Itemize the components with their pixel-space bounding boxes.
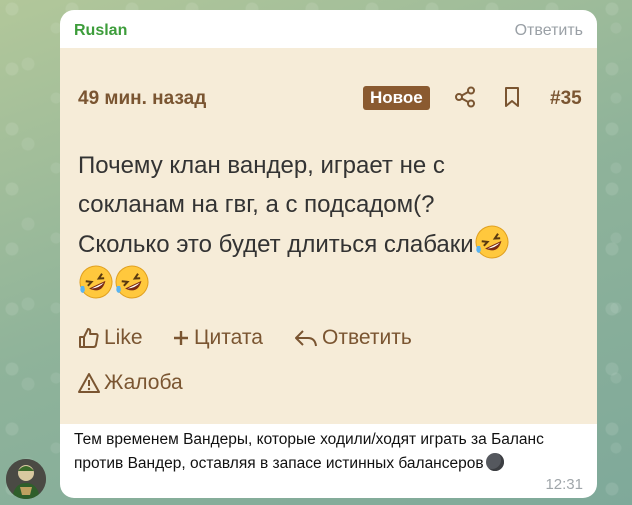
- post-number[interactable]: #35: [550, 88, 582, 110]
- message-timestamp: 12:31: [545, 476, 583, 493]
- warning-triangle-icon: [78, 373, 100, 393]
- thumbs-up-icon: [79, 328, 99, 348]
- rolling-on-floor-laughing-emoji-icon: [475, 225, 509, 259]
- avatar-image: [6, 459, 46, 499]
- new-moon-emoji-icon: [485, 453, 504, 471]
- reply-button[interactable]: Ответить: [294, 326, 412, 350]
- new-badge: Новое: [363, 86, 430, 110]
- like-label: Like: [104, 326, 143, 349]
- quote-label: Цитата: [194, 326, 263, 349]
- rolling-on-floor-laughing-emoji-icon: [115, 265, 149, 299]
- quoted-post-card[interactable]: 49 мин. назад Новое #35 Почему клан ванд…: [60, 48, 597, 424]
- post-body-line: Сколько это будет длиться слабаки: [78, 231, 474, 258]
- bookmark-icon[interactable]: [502, 86, 522, 108]
- quote-button[interactable]: Цитата: [172, 326, 263, 350]
- reply-label: Ответить: [322, 326, 412, 349]
- like-button[interactable]: Like: [78, 326, 143, 350]
- post-body: Почему клан вандер, играет не с сокланам…: [78, 146, 548, 304]
- rolling-on-floor-laughing-emoji-icon: [79, 265, 113, 299]
- reply-link[interactable]: Ответить: [515, 22, 583, 40]
- post-body-line: Почему клан вандер, играет не с: [78, 152, 445, 179]
- reply-arrow-icon: [295, 330, 317, 347]
- report-button[interactable]: Жалоба: [78, 371, 183, 395]
- plus-icon: [174, 331, 188, 345]
- message-text-content: Тем временем Вандеры, которые ходили/ход…: [74, 431, 544, 472]
- message-bubble[interactable]: Ruslan Ответить 49 мин. назад Новое #35 …: [60, 10, 597, 498]
- sender-name[interactable]: Ruslan: [74, 22, 127, 40]
- message-text: Тем временем Вандеры, которые ходили/ход…: [74, 428, 574, 476]
- report-label: Жалоба: [104, 371, 183, 394]
- post-time-ago: 49 мин. назад: [78, 88, 207, 109]
- share-icon[interactable]: [454, 86, 476, 108]
- avatar[interactable]: [6, 459, 46, 499]
- post-body-line: сокланам на гвг, а с подсадом(?: [78, 191, 435, 218]
